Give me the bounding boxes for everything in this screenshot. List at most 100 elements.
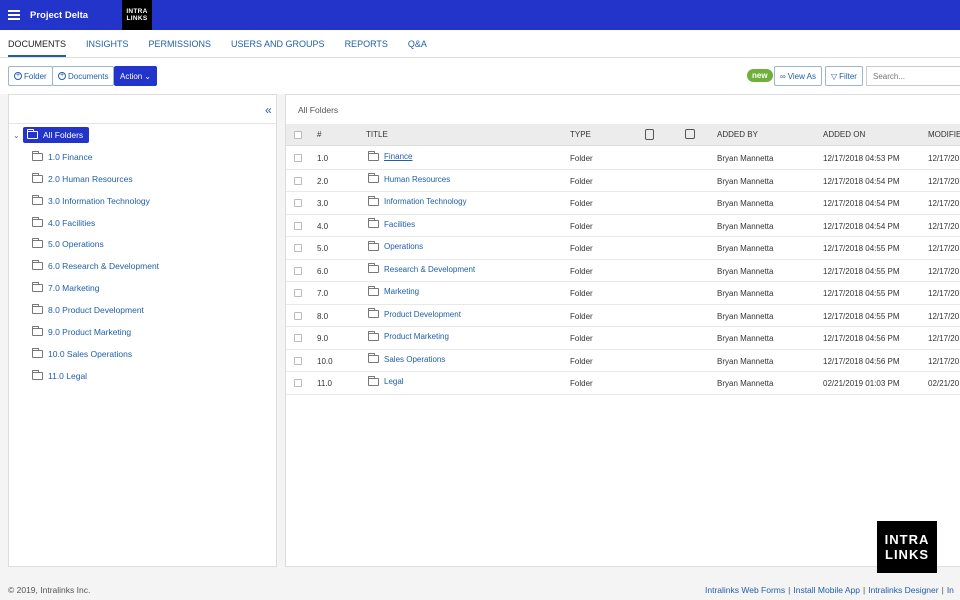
cell-title-link[interactable]: Research & Development [368,263,475,274]
row-checkbox[interactable] [294,244,302,252]
cell-title-link[interactable]: Human Resources [368,173,450,184]
cell-added-by: Bryan Mannetta [717,266,774,276]
tab-documents[interactable]: DOCUMENTS [8,30,66,57]
row-checkbox[interactable] [294,334,302,342]
tree-item[interactable]: 8.0 Product Development [32,303,144,317]
footer-link-more[interactable]: In [947,585,954,595]
tree-item[interactable]: 4.0 Facilities [32,216,95,230]
breadcrumb[interactable]: All Folders [298,105,338,115]
cell-title-link[interactable]: Marketing [368,285,419,296]
table-row[interactable]: 3.0 Information Technology Folder Bryan Man… [286,192,960,215]
cell-added-on: 12/17/2018 04:54 PM [823,176,900,186]
tree-item-label: 5.0 Operations [48,239,104,249]
cell-title: Operations [384,242,424,251]
tab-qa[interactable]: Q&A [408,30,427,57]
row-checkbox[interactable] [294,221,302,230]
table-row[interactable]: 8.0 Product Development Folder Bryan Mannet… [286,305,960,327]
row-checkbox[interactable] [294,379,302,387]
row-checkbox[interactable] [294,199,302,207]
cell-title-link[interactable]: Product Marketing [368,330,449,341]
tree-item-all-folders[interactable]: All Folders [23,127,90,143]
row-checkbox[interactable] [294,289,302,297]
row-checkbox[interactable] [294,311,302,320]
table-row[interactable]: 4.0 Facilities Folder Bryan Mannetta 12/17/2… [286,215,960,237]
cell-added-by: Bryan Mannetta [717,154,774,163]
tree-item[interactable]: 9.0 Product Marketing [32,325,131,339]
tree-item[interactable]: 11.0 Legal [32,369,87,383]
cell-type: Folder [570,199,593,208]
cell-title-link[interactable]: Operations [368,240,424,251]
tree-item-label: 6.0 Research & Development [48,261,160,271]
footer-link-install-mobile-app[interactable]: Install Mobile App [793,585,860,595]
cell-type: Folder [570,334,593,343]
cell-title-link[interactable]: Facilities [368,218,415,229]
menu-icon[interactable] [0,0,28,30]
folder-icon [368,173,379,183]
chevron-down-icon[interactable]: ⌄ [13,131,23,140]
table-row[interactable]: 2.0 Human Resources Folder Bryan Mannetta 12… [286,170,960,192]
cell-title-link[interactable]: Finance [368,150,412,161]
add-folder-button[interactable]: + Folder [8,66,53,86]
row-checkbox[interactable] [294,176,302,185]
cell-num: 11.0 [317,379,332,388]
tree-item[interactable]: 10.0 Sales Operations [32,347,132,361]
tree-item[interactable]: 6.0 Research & Development [32,259,159,273]
tab-permissions[interactable]: PERMISSIONS [149,30,212,57]
tree-item[interactable]: 2.0 Human Resources [32,172,133,186]
intralinks-logo: INTRA LINKS [122,0,152,30]
column-header-num[interactable]: # [317,130,321,139]
tab-users-and-groups[interactable]: USERS AND GROUPS [231,30,325,57]
tree-item[interactable]: 5.0 Operations [32,237,104,251]
column-header-type[interactable]: TYPE [570,130,591,139]
app-title[interactable]: Project Delta [30,10,122,21]
cell-modified: 12/17/20 [928,356,960,366]
column-header-added-on[interactable]: ADDED ON [823,130,865,139]
column-header-modified[interactable]: MODIFIE [928,130,960,139]
collapse-panel-icon[interactable]: « [265,103,272,117]
attachment-icon [645,129,654,140]
footer-link-designer[interactable]: Intralinks Designer [868,585,938,595]
column-header-added-by[interactable]: ADDED BY [717,130,758,139]
add-documents-button[interactable]: + Documents [52,66,115,86]
cell-added-on: 12/17/2018 04:54 PM [823,199,900,208]
search-input[interactable] [866,66,960,86]
row-checkbox[interactable] [294,154,302,162]
cell-title-link[interactable]: Product Development [368,308,461,319]
folder-icon [368,150,379,161]
footer-link-web-forms[interactable]: Intralinks Web Forms [705,585,785,595]
cell-added-by: Bryan Mannetta [717,334,774,343]
table-row[interactable]: 10.0 Sales Operations Folder Bryan Mannetta… [286,350,960,372]
logo-line-2: LINKS [126,15,148,22]
cell-modified: 12/17/20 [928,289,960,298]
table-row[interactable]: 7.0 Marketing Folder Bryan Mannetta 12/17/20… [286,282,960,305]
cell-title-link[interactable]: Legal [368,375,404,386]
tree-item[interactable]: 7.0 Marketing [32,281,100,295]
folder-tree-panel: « ⌄ All Folders 1.0 Finance 2.0 Human Re… [8,94,277,567]
table-row[interactable]: 6.0 Research & Development Folder Bryan Man… [286,260,960,282]
tree-item-label: 1.0 Finance [48,152,93,162]
tab-reports[interactable]: REPORTS [345,30,388,57]
tab-insights[interactable]: INSIGHTS [86,30,129,57]
cell-type: Folder [570,154,593,163]
table-row[interactable]: 9.0 Product Marketing Folder Bryan Mannetta… [286,327,960,350]
table-row[interactable]: 5.0 Operations Folder Bryan Mannetta 12/17/2… [286,237,960,260]
tree-item[interactable]: 3.0 Information Technology [32,194,150,208]
intralinks-watermark-logo: INTRA LINKS [877,521,937,573]
row-checkbox[interactable] [294,266,302,275]
tree-item[interactable]: 1.0 Finance [32,150,92,164]
action-button[interactable]: Action ⌄ [114,66,157,86]
folder-icon [32,260,43,270]
row-checkbox[interactable] [294,356,302,365]
column-header-title[interactable]: TITLE [366,130,388,139]
filter-button[interactable]: ▽ Filter [825,66,863,86]
select-all-checkbox[interactable] [294,131,302,139]
cell-title-link[interactable]: Information Technology [368,195,467,206]
view-as-button[interactable]: ∞ View As [774,66,823,86]
cell-num: 3.0 [317,199,329,208]
folder-icon [368,330,379,341]
table-row[interactable]: 1.0 Finance Folder Bryan Mannetta 12/17/2018… [286,147,960,170]
table-row[interactable]: 11.0 Legal Folder Bryan Mannetta 02/21/2019 … [286,372,960,395]
cell-added-by: Bryan Mannetta [717,289,774,298]
top-bar: Project Delta INTRA LINKS [0,0,960,30]
cell-title-link[interactable]: Sales Operations [368,353,445,364]
